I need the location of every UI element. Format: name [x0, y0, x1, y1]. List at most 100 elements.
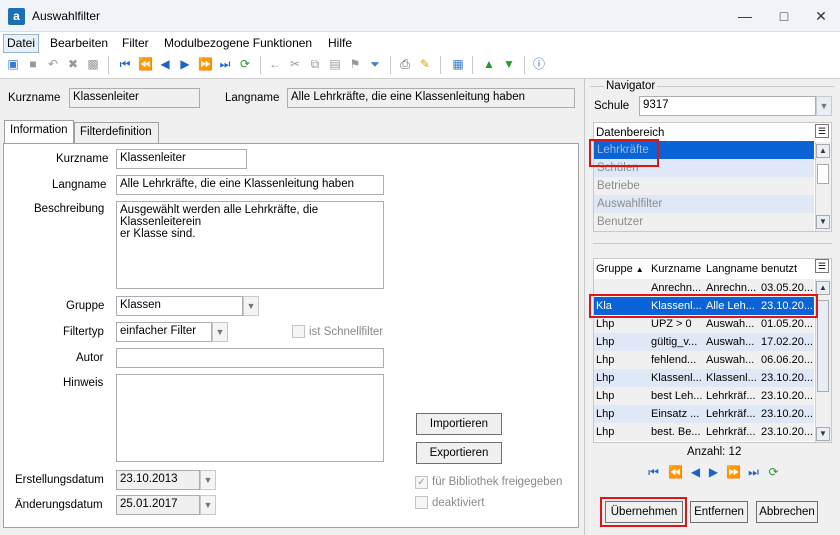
import-icon[interactable]: ▲	[482, 57, 496, 71]
exportieren-button[interactable]: Exportieren	[416, 442, 502, 464]
info-langname-input[interactable]: Alle Lehrkräfte, die eine Klassenleitung…	[116, 175, 384, 195]
cell-kurzname: gültig_v...	[651, 336, 698, 348]
kurzname-field[interactable]: Klassenleiter	[69, 88, 200, 108]
langname-field[interactable]: Alle Lehrkräfte, die eine Klassenleitung…	[287, 88, 575, 108]
deaktiviert-checkbox[interactable]	[415, 496, 428, 509]
paste-icon[interactable]: ▤	[328, 57, 342, 71]
filtertyp-select[interactable]: einfacher Filter	[116, 322, 212, 342]
schule-select[interactable]: 9317	[639, 96, 816, 116]
schnellfilter-checkbox[interactable]	[292, 325, 305, 338]
next-page-icon[interactable]: ⏩	[198, 57, 213, 71]
calendar-dropdown-icon[interactable]: ▼	[200, 495, 216, 515]
datenbereich-item[interactable]: Auswahlfilter	[594, 195, 814, 213]
info-kurzname-input[interactable]: Klassenleiter	[116, 149, 247, 169]
gruppe-select[interactable]: Klassen	[116, 296, 243, 316]
col-benutzt[interactable]: benutzt	[759, 260, 814, 278]
cell-langname: Auswah...	[706, 336, 755, 348]
importieren-button[interactable]: Importieren	[416, 413, 502, 435]
scroll-down-icon[interactable]: ▼	[816, 215, 830, 229]
filter-icon[interactable]: ⏷	[368, 57, 382, 71]
cell-gruppe: Lhp	[596, 408, 615, 420]
last-icon[interactable]: ⏭	[218, 57, 232, 71]
format-icon[interactable]: ⚑	[348, 57, 362, 71]
delete-icon[interactable]: ✖	[66, 57, 80, 71]
datenbereich-item[interactable]: Betriebe	[594, 177, 814, 195]
col-langname[interactable]: Langname	[704, 260, 758, 278]
beschreibung-line2: er Klasse sind.	[120, 228, 196, 240]
column-chooser-icon[interactable]: ☰	[815, 124, 829, 138]
help-icon[interactable]: ⓘ	[532, 57, 546, 71]
menu-bearbeiten[interactable]: Bearbeiten	[50, 36, 108, 50]
erstellungsdatum-field[interactable]: 23.10.2013	[116, 470, 200, 490]
cell-gruppe: Lhp	[596, 390, 615, 402]
print-icon[interactable]: ⎙	[398, 57, 412, 71]
back-arrow-icon[interactable]: ←	[268, 57, 282, 71]
menu-datei[interactable]: Datei	[3, 34, 40, 53]
prev-icon[interactable]: ◀	[689, 466, 702, 479]
eraser-icon[interactable]: ✎	[418, 57, 432, 71]
hinweis-textarea[interactable]	[116, 374, 384, 462]
tab-information[interactable]: Information	[4, 120, 74, 144]
next-icon[interactable]: ▶	[178, 57, 192, 71]
cell-benutzt: 23.10.20...	[761, 408, 813, 420]
table-row[interactable]: Lhp gültig_v... Auswah... 17.02.20...	[594, 333, 814, 351]
table-row[interactable]: Lhp fehlend... Auswah... 06.06.20...	[594, 351, 814, 369]
info-kurzname-label: Kurzname	[56, 153, 109, 165]
cell-langname: Klassenl...	[706, 372, 757, 384]
refresh-icon[interactable]: ⟳	[238, 57, 252, 71]
save-icon[interactable]: ■	[26, 57, 40, 71]
select-area-icon[interactable]: ▦	[451, 57, 465, 71]
menu-filter[interactable]: Filter	[122, 36, 149, 50]
next-page-icon[interactable]: ⏩	[726, 466, 741, 479]
scroll-up-icon[interactable]: ▲	[816, 144, 830, 158]
calendar-dropdown-icon[interactable]: ▼	[200, 470, 216, 490]
datenbereich-item[interactable]: Benutzer	[594, 213, 814, 231]
copy-icon[interactable]: ⧉	[308, 57, 322, 71]
toolbar-separator	[524, 56, 525, 74]
menu-hilfe[interactable]: Hilfe	[328, 36, 352, 50]
beschreibung-label: Beschreibung	[34, 203, 105, 215]
cell-kurzname: best. Be...	[651, 426, 701, 438]
aenderungsdatum-field[interactable]: 25.01.2017	[116, 495, 200, 515]
maximize-icon[interactable]: □	[770, 4, 798, 28]
col-kurzname[interactable]: Kurzname	[649, 260, 703, 278]
cell-langname: Lehrkräf...	[706, 426, 756, 438]
toolbar-separator	[260, 56, 261, 74]
last-icon[interactable]: ⏭	[747, 466, 760, 479]
menu-modulbezogene-funktionen[interactable]: Modulbezogene Funktionen	[164, 36, 312, 50]
minimize-icon[interactable]: —	[731, 4, 759, 28]
scroll-thumb[interactable]	[817, 300, 829, 392]
comment-icon[interactable]: ▩	[86, 57, 100, 71]
chevron-down-icon[interactable]: ▼	[243, 296, 259, 316]
table-row[interactable]: Lhp Klassenl... Klassenl... 23.10.20...	[594, 369, 814, 387]
first-icon[interactable]: ⏮	[118, 57, 132, 71]
column-chooser-icon[interactable]: ☰	[815, 259, 829, 273]
abbrechen-button[interactable]: Abbrechen	[756, 501, 818, 523]
entfernen-button[interactable]: Entfernen	[690, 501, 748, 523]
scroll-up-icon[interactable]: ▲	[816, 281, 830, 295]
bibliothek-checkbox[interactable]: ✓	[415, 476, 428, 489]
scroll-down-icon[interactable]: ▼	[816, 427, 830, 441]
cut-icon[interactable]: ✂	[288, 57, 302, 71]
tab-filterdefinition[interactable]: Filterdefinition	[74, 122, 159, 144]
export-icon[interactable]: ▼	[502, 57, 516, 71]
prev-page-icon[interactable]: ⏪	[668, 466, 683, 479]
prev-page-icon[interactable]: ⏪	[138, 57, 153, 71]
chevron-down-icon[interactable]: ▼	[816, 96, 832, 116]
close-icon[interactable]: ✕	[807, 4, 835, 28]
beschreibung-textarea[interactable]: Ausgewählt werden alle Lehrkräfte, die K…	[116, 201, 384, 289]
autor-input[interactable]	[116, 348, 384, 368]
new-icon[interactable]: ▣	[6, 57, 20, 71]
undo-icon[interactable]: ↶	[46, 57, 60, 71]
next-icon[interactable]: ▶	[707, 466, 720, 479]
first-icon[interactable]: ⏮	[647, 466, 660, 479]
chevron-down-icon[interactable]: ▼	[212, 322, 228, 342]
kurzname-label: Kurzname	[8, 92, 61, 104]
table-row[interactable]: Lhp best. Be... Lehrkräf... 23.10.20...	[594, 423, 814, 441]
scroll-thumb[interactable]	[817, 164, 829, 184]
prev-icon[interactable]: ◀	[158, 57, 172, 71]
refresh-icon[interactable]: ⟳	[767, 466, 780, 479]
col-gruppe[interactable]: Gruppe ▲	[594, 260, 648, 278]
table-row[interactable]: Lhp best Leh... Lehrkräf... 23.10.20...	[594, 387, 814, 405]
table-row[interactable]: Lhp Einsatz ... Lehrkräf... 23.10.20...	[594, 405, 814, 423]
